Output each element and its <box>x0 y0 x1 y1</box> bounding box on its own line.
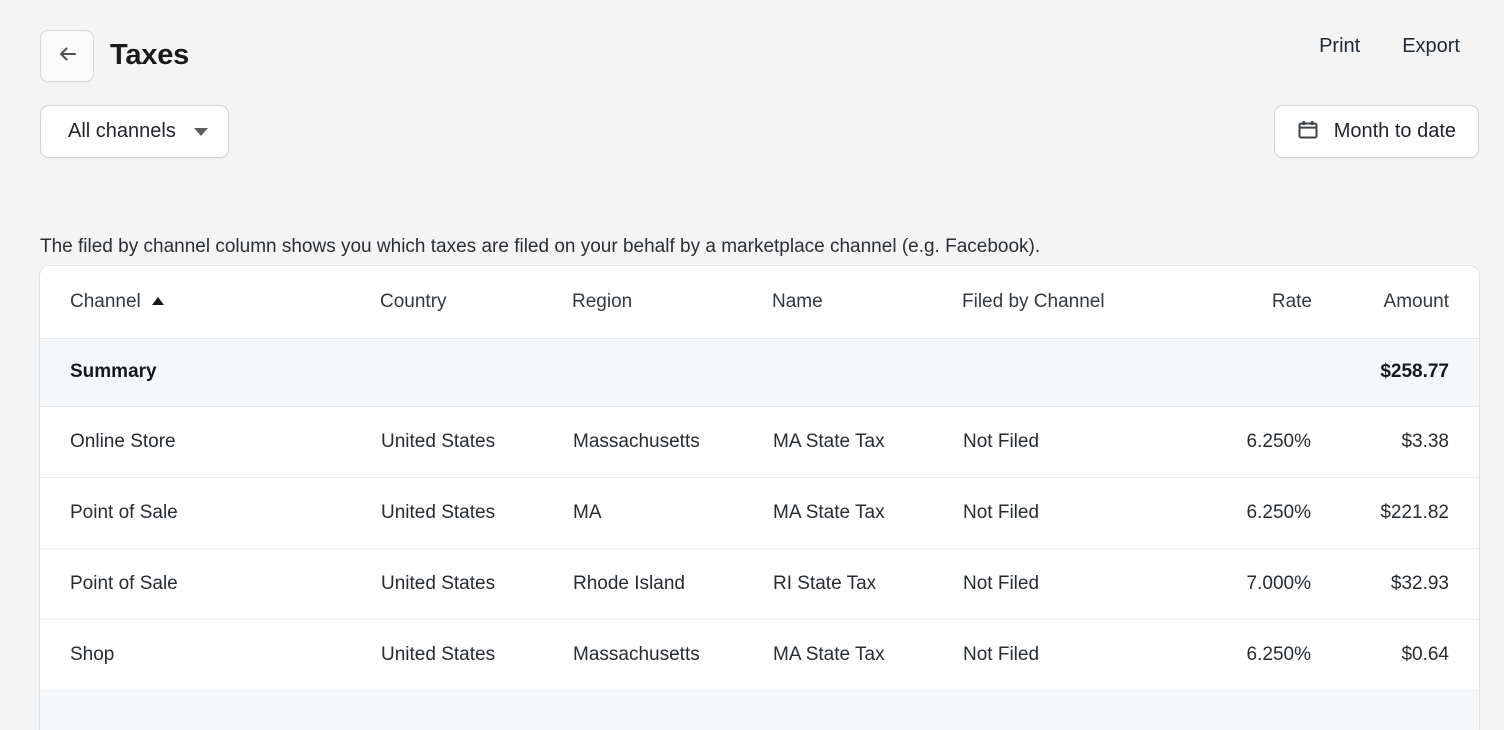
description-text: The filed by channel column shows you wh… <box>40 236 1041 257</box>
column-header-channel[interactable]: Channel <box>40 266 380 339</box>
taxes-page: Taxes Print Export All channels Month to… <box>0 0 1504 730</box>
cell-rate: 6.250% <box>1162 619 1312 691</box>
cell-amount: $221.82 <box>1312 477 1479 549</box>
cell-rate: 7.000% <box>1162 548 1312 620</box>
cell-rate: 6.250% <box>1162 406 1312 478</box>
column-header-name[interactable]: Name <box>772 266 962 339</box>
channel-sort-control[interactable]: Channel <box>70 291 164 313</box>
column-header-rate[interactable]: Rate <box>1162 266 1312 339</box>
cell-region: Rhode Island <box>572 548 772 620</box>
cell-filed-by-channel: Not Filed <box>962 548 1162 620</box>
partial-cell <box>962 690 1162 730</box>
calendar-icon <box>1297 119 1319 144</box>
cell-country: United States <box>380 406 572 478</box>
summary-country <box>380 338 572 407</box>
date-range-button[interactable]: Month to date <box>1273 105 1479 158</box>
cell-filed-by-channel: Not Filed <box>962 477 1162 549</box>
cell-amount: $3.38 <box>1312 406 1479 478</box>
summary-amount: $258.77 <box>1312 338 1479 407</box>
partial-cell <box>40 690 380 730</box>
cell-amount: $32.93 <box>1312 548 1479 620</box>
table-row[interactable]: Shop United States Massachusetts MA Stat… <box>40 619 1479 691</box>
partial-cell <box>1162 690 1312 730</box>
cell-name: MA State Tax <box>772 619 962 691</box>
cell-region: Massachusetts <box>572 619 772 691</box>
cell-rate: 6.250% <box>1162 477 1312 549</box>
cell-name: RI State Tax <box>772 548 962 620</box>
summary-row: Summary $258.77 <box>40 338 1479 407</box>
table-row[interactable]: Online Store United States Massachusetts… <box>40 406 1479 478</box>
table-row[interactable]: Point of Sale United States MA MA State … <box>40 477 1479 549</box>
column-header-amount[interactable]: Amount <box>1312 266 1479 339</box>
page-title: Taxes <box>110 39 190 72</box>
column-header-filed-by-channel[interactable]: Filed by Channel <box>962 266 1162 339</box>
sort-ascending-triangle-icon <box>151 296 164 305</box>
partial-cell <box>380 690 572 730</box>
header-actions: Print Export <box>1317 34 1462 58</box>
cell-channel: Point of Sale <box>40 477 380 549</box>
chevron-down-icon <box>193 127 208 136</box>
cell-channel: Online Store <box>40 406 380 478</box>
cell-region: MA <box>572 477 772 549</box>
channel-filter-label: All channels <box>68 120 176 142</box>
cell-country: United States <box>380 548 572 620</box>
cell-channel: Shop <box>40 619 380 691</box>
date-range-label: Month to date <box>1333 120 1456 142</box>
table-row[interactable]: Point of Sale United States Rhode Island… <box>40 548 1479 620</box>
cell-filed-by-channel: Not Filed <box>962 619 1162 691</box>
cell-filed-by-channel: Not Filed <box>962 406 1162 478</box>
cell-country: United States <box>380 477 572 549</box>
summary-filed <box>962 338 1162 407</box>
column-header-region[interactable]: Region <box>572 266 772 339</box>
arrow-left-icon <box>56 43 78 68</box>
partial-cell <box>772 690 962 730</box>
summary-region <box>572 338 772 407</box>
table-head: Channel Country Region Name Filed by Cha… <box>40 266 1479 339</box>
cell-name: MA State Tax <box>772 477 962 549</box>
taxes-table: Channel Country Region Name Filed by Cha… <box>40 266 1479 730</box>
print-button[interactable]: Print <box>1317 34 1362 58</box>
partial-cell <box>1312 690 1479 730</box>
page-header: Taxes Print Export <box>0 0 1504 96</box>
cell-channel: Point of Sale <box>40 548 380 620</box>
cell-country: United States <box>380 619 572 691</box>
table-row-partial <box>40 690 1479 730</box>
summary-name <box>772 338 962 407</box>
summary-label: Summary <box>40 338 380 407</box>
export-button[interactable]: Export <box>1400 34 1462 58</box>
column-header-country[interactable]: Country <box>380 266 572 339</box>
taxes-table-card: Channel Country Region Name Filed by Cha… <box>40 266 1479 730</box>
partial-cell <box>572 690 772 730</box>
filter-bar: All channels Month to date <box>0 105 1504 160</box>
cell-region: Massachusetts <box>572 406 772 478</box>
summary-rate <box>1162 338 1312 407</box>
cell-name: MA State Tax <box>772 406 962 478</box>
channel-filter-dropdown[interactable]: All channels <box>40 105 229 158</box>
cell-amount: $0.64 <box>1312 619 1479 691</box>
back-button[interactable] <box>40 29 94 82</box>
table-body: Summary $258.77 Online Store United Stat… <box>40 338 1479 730</box>
title-group: Taxes <box>40 22 189 90</box>
table-header-row: Channel Country Region Name Filed by Cha… <box>40 266 1479 339</box>
column-header-channel-label: Channel <box>70 290 141 312</box>
